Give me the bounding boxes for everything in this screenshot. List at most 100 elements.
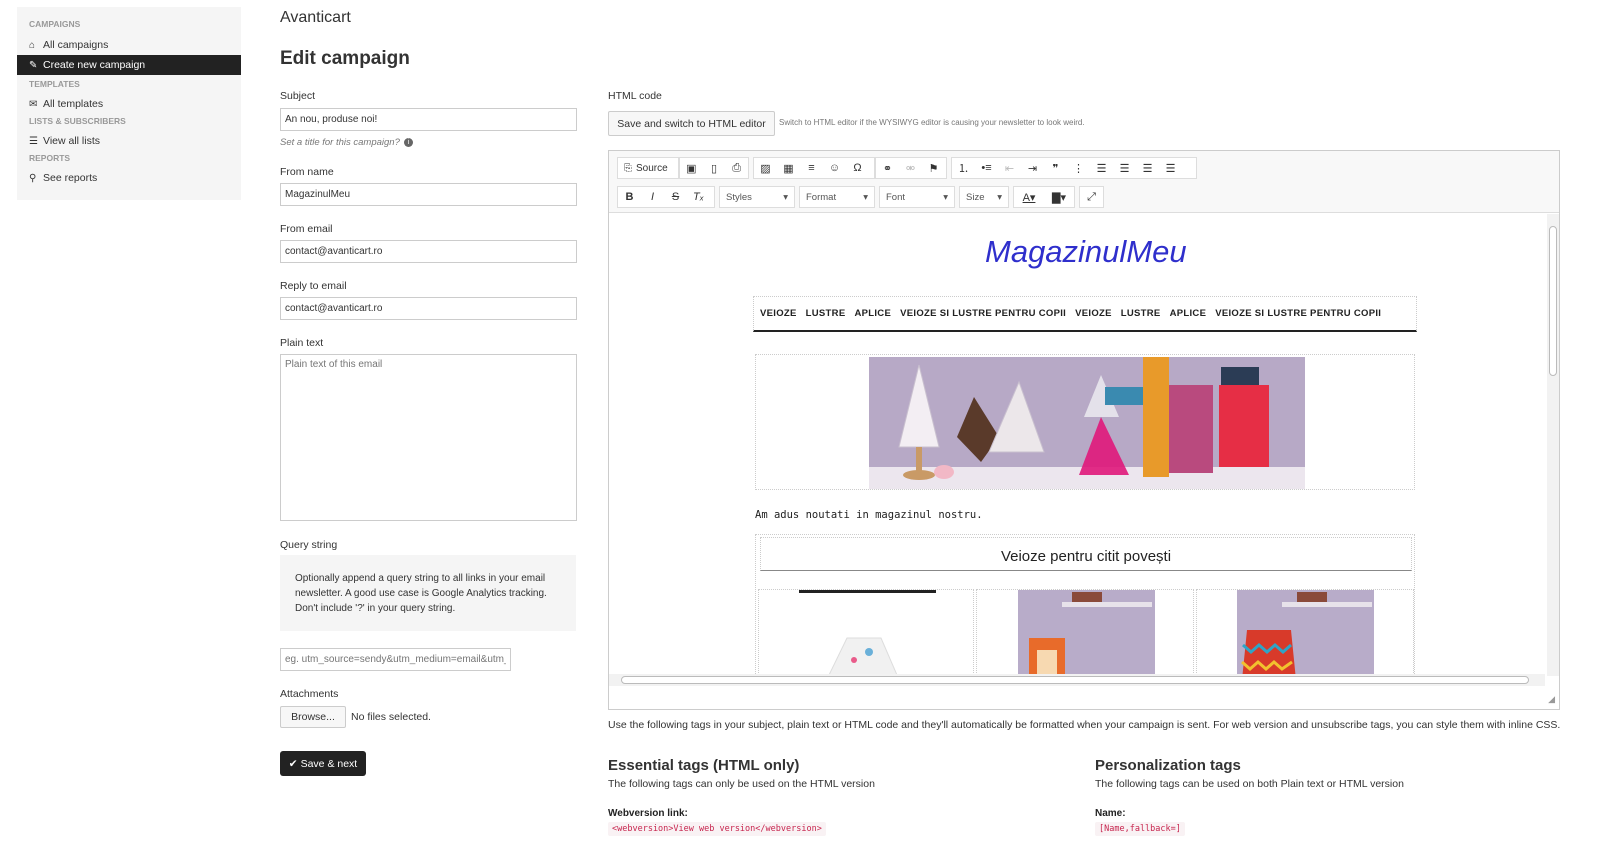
product-cell: [1196, 589, 1414, 678]
query-string-input[interactable]: [280, 648, 511, 671]
info-icon[interactable]: i: [403, 137, 413, 147]
product-image: [1018, 590, 1155, 678]
plain-text-input[interactable]: [280, 354, 577, 521]
query-string-info: Optionally append a query string to all …: [280, 555, 576, 631]
table-icon[interactable]: ▦: [777, 158, 800, 178]
size-label: Size: [966, 192, 985, 203]
list-icon: ☰: [29, 135, 38, 147]
resize-handle-icon[interactable]: ◢: [1548, 694, 1555, 705]
nav-item[interactable]: APLICE: [1170, 308, 1207, 319]
switch-html-editor-button[interactable]: Save and switch to HTML editor: [608, 111, 775, 136]
italic-icon[interactable]: I: [641, 187, 664, 207]
sidebar-item-see-reports[interactable]: ⚲ See reports: [17, 168, 241, 188]
caret-down-icon: ▾: [943, 192, 948, 203]
align-center-icon[interactable]: ☰: [1113, 158, 1136, 178]
wysiwyg-editor: ⎘ Source ▣ ▯ ⎙ ▨ ▦ ≡ ☺ Ω ⚭ ⚮ ⚑ ⒈ •≡ ⇤ ⇥ ❞…: [608, 150, 1560, 710]
sidebar-item-create-campaign[interactable]: ✎ Create new campaign: [17, 55, 241, 75]
special-char-icon[interactable]: Ω: [846, 158, 869, 178]
smiley-icon[interactable]: ☺: [823, 158, 846, 178]
editor-content[interactable]: MagazinulMeu VEIOZE LUSTRE APLICE VEIOZE…: [609, 214, 1545, 678]
font-select[interactable]: Font ▾: [879, 186, 955, 208]
essential-tags-title: Essential tags (HTML only): [608, 757, 800, 774]
newsletter-intro: Am adus noutati in magazinul nostru.: [755, 509, 983, 521]
strike-icon[interactable]: S: [664, 187, 687, 207]
subject-help-text: Set a title for this campaign?: [280, 137, 400, 148]
bulleted-list-icon[interactable]: •≡: [975, 158, 998, 178]
format-label: Format: [806, 192, 837, 203]
hero-image: [869, 357, 1305, 489]
personalization-tags-subtitle: The following tags can be used on both P…: [1095, 778, 1404, 790]
sidebar-item-label: All campaigns: [43, 39, 109, 51]
sidebar-item-label: All templates: [43, 98, 104, 110]
nav-item[interactable]: VEIOZE SI LUSTRE PENTRU COPII: [900, 308, 1066, 319]
from-email-label: From email: [280, 223, 333, 235]
source-icon: ⎘: [624, 162, 632, 174]
nav-item[interactable]: LUSTRE: [1121, 308, 1161, 319]
scrollbar-thumb[interactable]: [621, 676, 1529, 684]
save-next-label: Save & next: [300, 757, 358, 770]
nav-item[interactable]: LUSTRE: [806, 308, 846, 319]
webversion-code: <webversion>View web version</webversion…: [608, 822, 826, 836]
check-icon: ✔: [288, 757, 298, 770]
no-files-text: No files selected.: [351, 711, 431, 723]
size-select[interactable]: Size ▾: [959, 186, 1009, 208]
brand-name[interactable]: Avanticart: [280, 9, 351, 27]
styles-select[interactable]: Styles ▾: [719, 186, 795, 208]
sidebar-heading-campaigns: CAMPAIGNS: [29, 19, 81, 29]
text-color-icon[interactable]: A▾: [1014, 187, 1044, 207]
preview-icon[interactable]: ⎙: [725, 158, 748, 178]
horizontal-rule-icon[interactable]: ≡: [800, 158, 823, 178]
reply-email-input[interactable]: [280, 297, 577, 320]
toolbar-group-links: ⚭ ⚮ ⚑: [875, 157, 947, 179]
save-icon[interactable]: ▣: [680, 158, 703, 178]
toolbar-group-document: ▣ ▯ ⎙: [679, 157, 749, 179]
nav-item[interactable]: VEIOZE SI LUSTRE PENTRU COPII: [1215, 308, 1381, 319]
editor-toolbar: ⎘ Source ▣ ▯ ⎙ ▨ ▦ ≡ ☺ Ω ⚭ ⚮ ⚑ ⒈ •≡ ⇤ ⇥ ❞…: [609, 151, 1559, 213]
toolbar-group-source: ⎘ Source: [617, 157, 679, 179]
remove-format-icon[interactable]: Tₓ: [687, 187, 710, 207]
subject-input[interactable]: [280, 108, 577, 131]
justify-icon[interactable]: ☰: [1159, 158, 1182, 178]
envelope-icon: ✉: [29, 98, 38, 110]
indent-icon[interactable]: ⇥: [1021, 158, 1044, 178]
anchor-icon[interactable]: ⚑: [922, 158, 945, 178]
sidebar-item-all-campaigns[interactable]: ⌂ All campaigns: [17, 35, 241, 55]
plain-text-label: Plain text: [280, 337, 324, 349]
scrollbar-thumb[interactable]: [1549, 226, 1557, 376]
from-name-label: From name: [280, 166, 334, 178]
nav-item[interactable]: VEIOZE: [760, 308, 797, 319]
unlink-icon[interactable]: ⚮: [899, 158, 922, 178]
nav-item[interactable]: VEIOZE: [1075, 308, 1112, 319]
sidebar-heading-templates: TEMPLATES: [29, 79, 80, 89]
format-select[interactable]: Format ▾: [799, 186, 875, 208]
outdent-icon[interactable]: ⇤: [998, 158, 1021, 178]
browse-button[interactable]: Browse...: [280, 706, 346, 728]
source-button[interactable]: ⎘ Source: [618, 158, 678, 178]
new-page-icon[interactable]: ▯: [703, 158, 726, 178]
from-email-input[interactable]: [280, 240, 577, 263]
maximize-icon[interactable]: ⤢: [1080, 187, 1103, 207]
numbered-list-icon[interactable]: ⒈: [952, 158, 975, 178]
sidebar-heading-reports: REPORTS: [29, 153, 71, 163]
link-icon[interactable]: ⚭: [876, 158, 899, 178]
bold-icon[interactable]: B: [618, 187, 641, 207]
newsletter-logo: MagazinulMeu: [985, 234, 1187, 269]
div-container-icon[interactable]: ⋮: [1067, 158, 1090, 178]
sidebar-item-view-lists[interactable]: ☰ View all lists: [17, 131, 241, 151]
blockquote-icon[interactable]: ❞: [1044, 158, 1067, 178]
sidebar-item-all-templates[interactable]: ✉ All templates: [17, 94, 241, 114]
align-right-icon[interactable]: ☰: [1136, 158, 1159, 178]
bg-color-icon[interactable]: ▇▾: [1044, 187, 1074, 207]
toolbar-group-tools: ⤢: [1079, 186, 1104, 208]
from-name-input[interactable]: [280, 183, 577, 206]
nav-item[interactable]: APLICE: [854, 308, 891, 319]
source-label: Source: [636, 162, 668, 174]
caret-down-icon: ▾: [863, 192, 868, 203]
save-next-button[interactable]: ✔ Save & next: [280, 751, 366, 776]
align-left-icon[interactable]: ☰: [1090, 158, 1113, 178]
vertical-scrollbar[interactable]: [1547, 214, 1559, 676]
horizontal-scrollbar[interactable]: [609, 674, 1545, 686]
reply-email-label: Reply to email: [280, 280, 347, 292]
tags-info-text: Use the following tags in your subject, …: [608, 719, 1561, 731]
image-icon[interactable]: ▨: [754, 158, 777, 178]
